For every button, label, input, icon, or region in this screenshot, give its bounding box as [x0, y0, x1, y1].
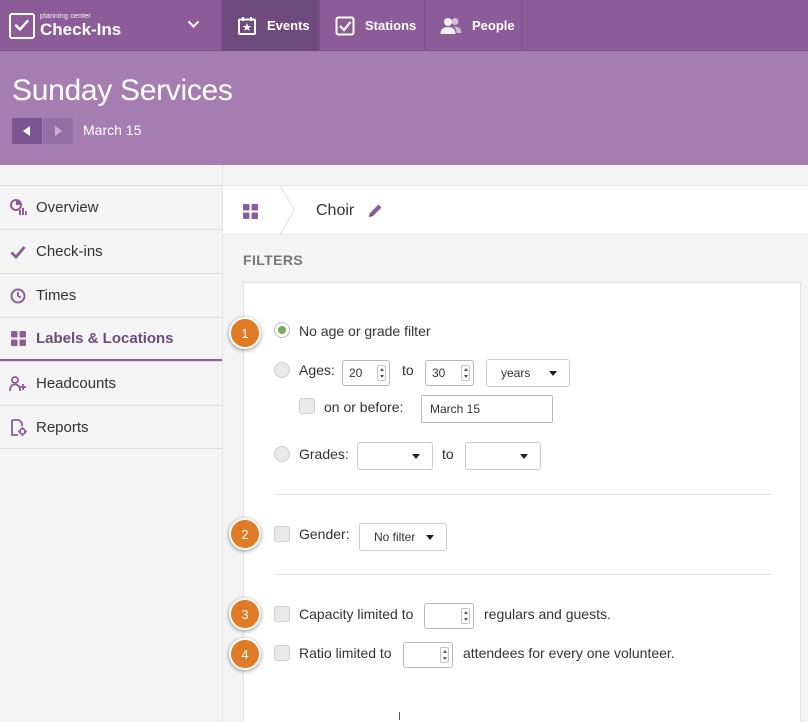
page-title: Sunday Services	[12, 74, 233, 107]
checkmark-icon	[9, 245, 27, 259]
top-nav: planning center Check-Ins Events Station…	[0, 0, 808, 51]
people-icon	[440, 17, 462, 35]
stepper-arrows-icon[interactable]	[440, 647, 449, 663]
app-switcher[interactable]: planning center Check-Ins	[0, 0, 221, 51]
text-cursor	[399, 712, 400, 720]
on-or-before-checkbox[interactable]	[299, 398, 315, 414]
tab-people[interactable]: People	[424, 0, 522, 51]
sidebar-item-label: Labels & Locations	[36, 330, 174, 347]
headcount-icon	[9, 375, 27, 392]
capacity-label: Capacity limited to	[299, 606, 414, 622]
chevron-down-icon	[187, 20, 200, 28]
breadcrumb-grid-button[interactable]	[243, 204, 258, 224]
divider	[274, 574, 771, 575]
grid-icon	[9, 331, 27, 346]
triangle-left-icon	[23, 126, 30, 136]
age-from-stepper[interactable]: 20	[342, 360, 390, 386]
sidebar: Overview Check-ins Times Labels & Locati…	[0, 165, 222, 722]
date-pager	[12, 118, 73, 144]
pencil-icon	[369, 204, 382, 217]
sidebar-item-label: Check-ins	[36, 243, 103, 260]
gender-value: No filter	[374, 530, 416, 544]
gender-select[interactable]: No filter	[359, 523, 447, 551]
stepper-arrows-icon[interactable]	[377, 365, 386, 381]
breadcrumb: Choir	[223, 185, 808, 235]
grid-icon	[243, 204, 258, 219]
step-badge-2: 2	[229, 518, 261, 550]
grades-radio[interactable]	[274, 446, 290, 462]
caret-down-icon	[426, 535, 434, 540]
brand-org-label: planning center	[40, 13, 91, 20]
ratio-suffix: attendees for every one volunteer.	[463, 645, 675, 661]
grade-to-select[interactable]	[465, 442, 541, 470]
checkbox-icon	[335, 16, 355, 36]
sidebar-item-reports[interactable]: Reports	[0, 405, 222, 449]
age-unit-value: years	[501, 366, 531, 380]
on-or-before-label: on or before:	[324, 399, 404, 415]
capacity-stepper[interactable]	[424, 603, 474, 629]
ratio-checkbox[interactable]	[274, 645, 290, 661]
grades-label: Grades:	[299, 446, 349, 462]
no-filter-radio[interactable]	[274, 322, 290, 338]
age-unit-select[interactable]: years	[486, 359, 570, 387]
caret-down-icon	[520, 454, 528, 459]
capacity-suffix: regulars and guests.	[484, 606, 611, 622]
step-badge-4: 4	[229, 638, 261, 670]
filters-panel: No age or grade filter Ages: 20 to 30 ye…	[243, 282, 801, 722]
sidebar-item-label: Times	[36, 287, 77, 304]
sidebar-item-headcounts[interactable]: Headcounts	[0, 361, 222, 405]
ages-label: Ages:	[299, 362, 335, 378]
caret-down-icon	[412, 454, 420, 459]
main-content: Choir FILTERS No age or grade filter Age…	[222, 165, 808, 722]
sidebar-item-times[interactable]: Times	[0, 273, 222, 317]
on-or-before-date-field[interactable]: March 15	[421, 395, 553, 423]
grade-from-select[interactable]	[357, 442, 433, 470]
edit-location-button[interactable]	[366, 202, 384, 225]
age-to-value: 30	[432, 366, 446, 380]
location-name: Choir	[316, 202, 355, 219]
tab-stations-label: Stations	[365, 18, 417, 33]
filters-heading: FILTERS	[243, 252, 304, 268]
caret-down-icon	[549, 371, 557, 376]
previous-date-button[interactable]	[12, 118, 42, 144]
current-date: March 15	[83, 122, 142, 138]
sidebar-item-labels-locations[interactable]: Labels & Locations	[0, 317, 222, 361]
calendar-star-icon	[237, 16, 257, 36]
tab-events-label: Events	[267, 18, 310, 33]
ratio-label: Ratio limited to	[299, 645, 392, 661]
report-gear-icon	[9, 418, 27, 436]
stepper-arrows-icon[interactable]	[461, 608, 470, 624]
sidebar-item-label: Overview	[36, 199, 99, 216]
sidebar-item-label: Headcounts	[36, 375, 117, 392]
ages-radio[interactable]	[274, 362, 290, 378]
triangle-right-icon	[55, 126, 62, 136]
age-from-value: 20	[349, 366, 363, 380]
sidebar-item-label: Reports	[36, 418, 89, 436]
stepper-arrows-icon[interactable]	[461, 365, 470, 381]
gender-label: Gender:	[299, 526, 350, 542]
capacity-checkbox[interactable]	[274, 606, 290, 622]
tab-people-label: People	[472, 18, 515, 33]
overview-chart-icon	[9, 199, 27, 216]
clock-icon	[9, 288, 27, 304]
tab-events[interactable]: Events	[221, 0, 319, 51]
ratio-stepper[interactable]	[403, 642, 453, 668]
step-badge-1: 1	[229, 317, 261, 349]
sidebar-item-check-ins[interactable]: Check-ins	[0, 229, 222, 273]
event-header: Sunday Services March 15	[0, 51, 808, 165]
tab-stations[interactable]: Stations	[319, 0, 424, 51]
breadcrumb-separator-icon	[279, 185, 295, 235]
age-to-word: to	[402, 362, 414, 378]
gender-checkbox[interactable]	[274, 526, 290, 542]
divider	[274, 494, 771, 495]
grades-to-word: to	[442, 446, 454, 462]
age-to-stepper[interactable]: 30	[425, 360, 474, 386]
check-ins-logo-icon	[9, 12, 35, 39]
step-badge-3: 3	[229, 598, 261, 630]
sidebar-item-overview[interactable]: Overview	[0, 185, 222, 229]
brand-app-name: Check-Ins	[40, 20, 122, 39]
no-filter-label: No age or grade filter	[299, 323, 431, 339]
next-date-button[interactable]	[43, 118, 73, 144]
